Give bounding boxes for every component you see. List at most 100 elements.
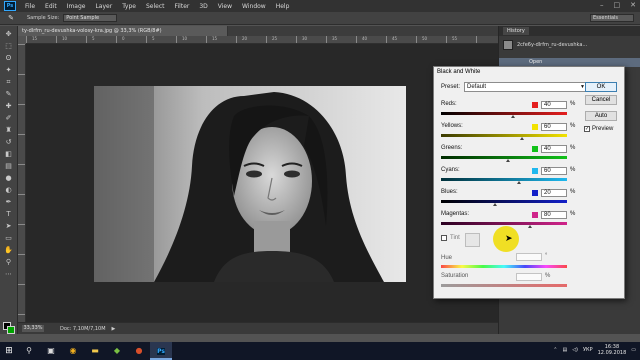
tab-history[interactable]: History (503, 27, 529, 35)
type-tool-icon[interactable]: T (3, 210, 14, 219)
menu-type[interactable]: Type (117, 3, 141, 10)
saturation-slider-track[interactable] (441, 284, 567, 287)
menu-image[interactable]: Image (62, 3, 91, 10)
menu-view[interactable]: View (213, 3, 237, 10)
ruler-number: 10 (182, 36, 188, 41)
clock[interactable]: 16:38 12.09.2018 (598, 344, 627, 356)
slider-track[interactable] (441, 222, 567, 225)
path-select-tool-icon[interactable]: ➤ (3, 222, 14, 231)
slider-thumb[interactable] (505, 159, 510, 162)
close-icon[interactable]: ✕ (630, 1, 636, 9)
minimize-icon[interactable]: – (600, 1, 604, 9)
tint-checkbox[interactable]: Tint (441, 235, 460, 241)
ruler-number: 5 (92, 36, 95, 41)
volume-icon[interactable]: ◁) (572, 347, 578, 353)
ruler-vertical[interactable] (18, 44, 26, 322)
menu-window[interactable]: Window (237, 3, 271, 10)
network-icon[interactable]: ▤ (562, 347, 567, 353)
preview-checkbox[interactable]: ✓ Preview (584, 126, 613, 132)
menu-filter[interactable]: Filter (170, 3, 195, 10)
hue-input[interactable] (516, 253, 542, 261)
pen-tool-icon[interactable]: ✒ (3, 198, 14, 207)
chrome-icon[interactable]: ◉ (62, 342, 84, 360)
media-app-icon[interactable]: ● (128, 342, 150, 360)
shape-tool-icon[interactable]: ▭ (3, 234, 14, 243)
slider-thumb[interactable] (519, 137, 524, 140)
app-icon[interactable]: ◆ (106, 342, 128, 360)
document-photo[interactable] (94, 86, 406, 282)
slider-thumb[interactable] (517, 181, 522, 184)
slider-track[interactable] (441, 200, 567, 203)
ps-taskbar-icon[interactable]: Ps (150, 342, 172, 360)
menu-edit[interactable]: Edit (40, 3, 62, 10)
slider-track[interactable] (441, 112, 567, 115)
eyedropper-tool-icon[interactable]: ✎ (3, 90, 14, 99)
cancel-button[interactable]: Cancel (585, 95, 617, 105)
language-indicator[interactable]: УКР (583, 347, 593, 353)
preset-select[interactable]: Default ▼ (464, 82, 588, 92)
menu-layer[interactable]: Layer (90, 3, 117, 10)
slider-thumb[interactable] (528, 225, 533, 228)
document-tab[interactable]: ty-dlrfm_ru-devushka-volosy-kra.jpg @ 33… (18, 26, 228, 36)
hue-slider-track[interactable] (441, 265, 567, 268)
windows-start-icon[interactable]: ⊞ (0, 342, 18, 360)
eyedropper-icon[interactable]: ✎ (5, 14, 17, 23)
clock-date: 12.09.2018 (597, 350, 627, 356)
hand-tool-icon[interactable]: ✋ (3, 246, 14, 255)
dodge-tool-icon[interactable]: ◐ (3, 186, 14, 195)
lasso-tool-icon[interactable]: ʘ (3, 54, 14, 63)
eraser-tool-icon[interactable]: ◧ (3, 150, 14, 159)
tint-color-swatch[interactable] (465, 233, 480, 247)
ruler-number: 20 (242, 36, 248, 41)
slider-label: Reds: (441, 101, 457, 107)
workspace-select[interactable]: Essentials (590, 14, 634, 22)
zoom-level[interactable]: 33,33% (22, 325, 44, 332)
history-brush-tool-icon[interactable]: ↺ (3, 138, 14, 147)
notifications-icon[interactable]: ▭ (631, 347, 636, 353)
more-tools-icon[interactable]: ⋯ (3, 270, 14, 279)
chevron-up-icon[interactable]: ⌃ (553, 347, 557, 353)
healing-tool-icon[interactable]: ✚ (3, 102, 14, 111)
stamp-tool-icon[interactable]: ♜ (3, 126, 14, 135)
zoom-tool-icon[interactable]: ⚲ (3, 258, 14, 267)
menu-3d[interactable]: 3D (194, 3, 212, 10)
marquee-tool-icon[interactable]: ⬚ (3, 42, 14, 51)
ok-button[interactable]: OK (585, 82, 617, 92)
slider-track[interactable] (441, 178, 567, 181)
canvas-area[interactable] (26, 44, 498, 322)
slider-value-input[interactable]: 20 (541, 189, 567, 197)
brush-tool-icon[interactable]: ✐ (3, 114, 14, 123)
slider-value-input[interactable]: 60 (541, 167, 567, 175)
tint-label: Tint (450, 235, 460, 241)
slider-value-input[interactable]: 40 (541, 145, 567, 153)
menu-help[interactable]: Help (271, 3, 295, 10)
crop-tool-icon[interactable]: ⌗ (3, 78, 14, 87)
blur-tool-icon[interactable]: ● (3, 174, 14, 183)
file-explorer-icon[interactable]: ▬ (84, 342, 106, 360)
slider-track[interactable] (441, 156, 567, 159)
auto-button[interactable]: Auto (585, 111, 617, 121)
background-color-swatch[interactable] (7, 326, 15, 334)
ruler-horizontal[interactable]: 15 10 5 0 5 10 15 20 25 30 35 40 45 50 5… (26, 36, 498, 44)
percent-label: % (570, 101, 576, 107)
gradient-tool-icon[interactable]: ▤ (3, 162, 14, 171)
ruler-number: 15 (32, 36, 38, 41)
slider-track[interactable] (441, 134, 567, 137)
slider-value-input[interactable]: 40 (541, 101, 567, 109)
sample-size-select[interactable]: Point Sample (63, 14, 118, 22)
slider-value-input[interactable]: 80 (541, 211, 567, 219)
history-snapshot[interactable]: 2cfe6y-dlrfm_ru-devushka... (503, 38, 639, 52)
task-view-icon[interactable]: ▣ (40, 342, 62, 360)
saturation-input[interactable] (516, 273, 542, 281)
slider-thumb[interactable] (493, 203, 498, 206)
menu-file[interactable]: File (20, 3, 40, 10)
slider-thumb[interactable] (510, 115, 515, 118)
search-icon[interactable]: ⚲ (18, 342, 40, 360)
move-tool-icon[interactable]: ✥ (3, 30, 14, 39)
slider-value-input[interactable]: 60 (541, 123, 567, 131)
status-menu-arrow-icon[interactable]: ▶ (112, 326, 116, 332)
magic-wand-tool-icon[interactable]: ✦ (3, 66, 14, 75)
maximize-icon[interactable]: □ (614, 1, 621, 9)
color-swatch (532, 124, 538, 130)
menu-select[interactable]: Select (141, 3, 170, 10)
